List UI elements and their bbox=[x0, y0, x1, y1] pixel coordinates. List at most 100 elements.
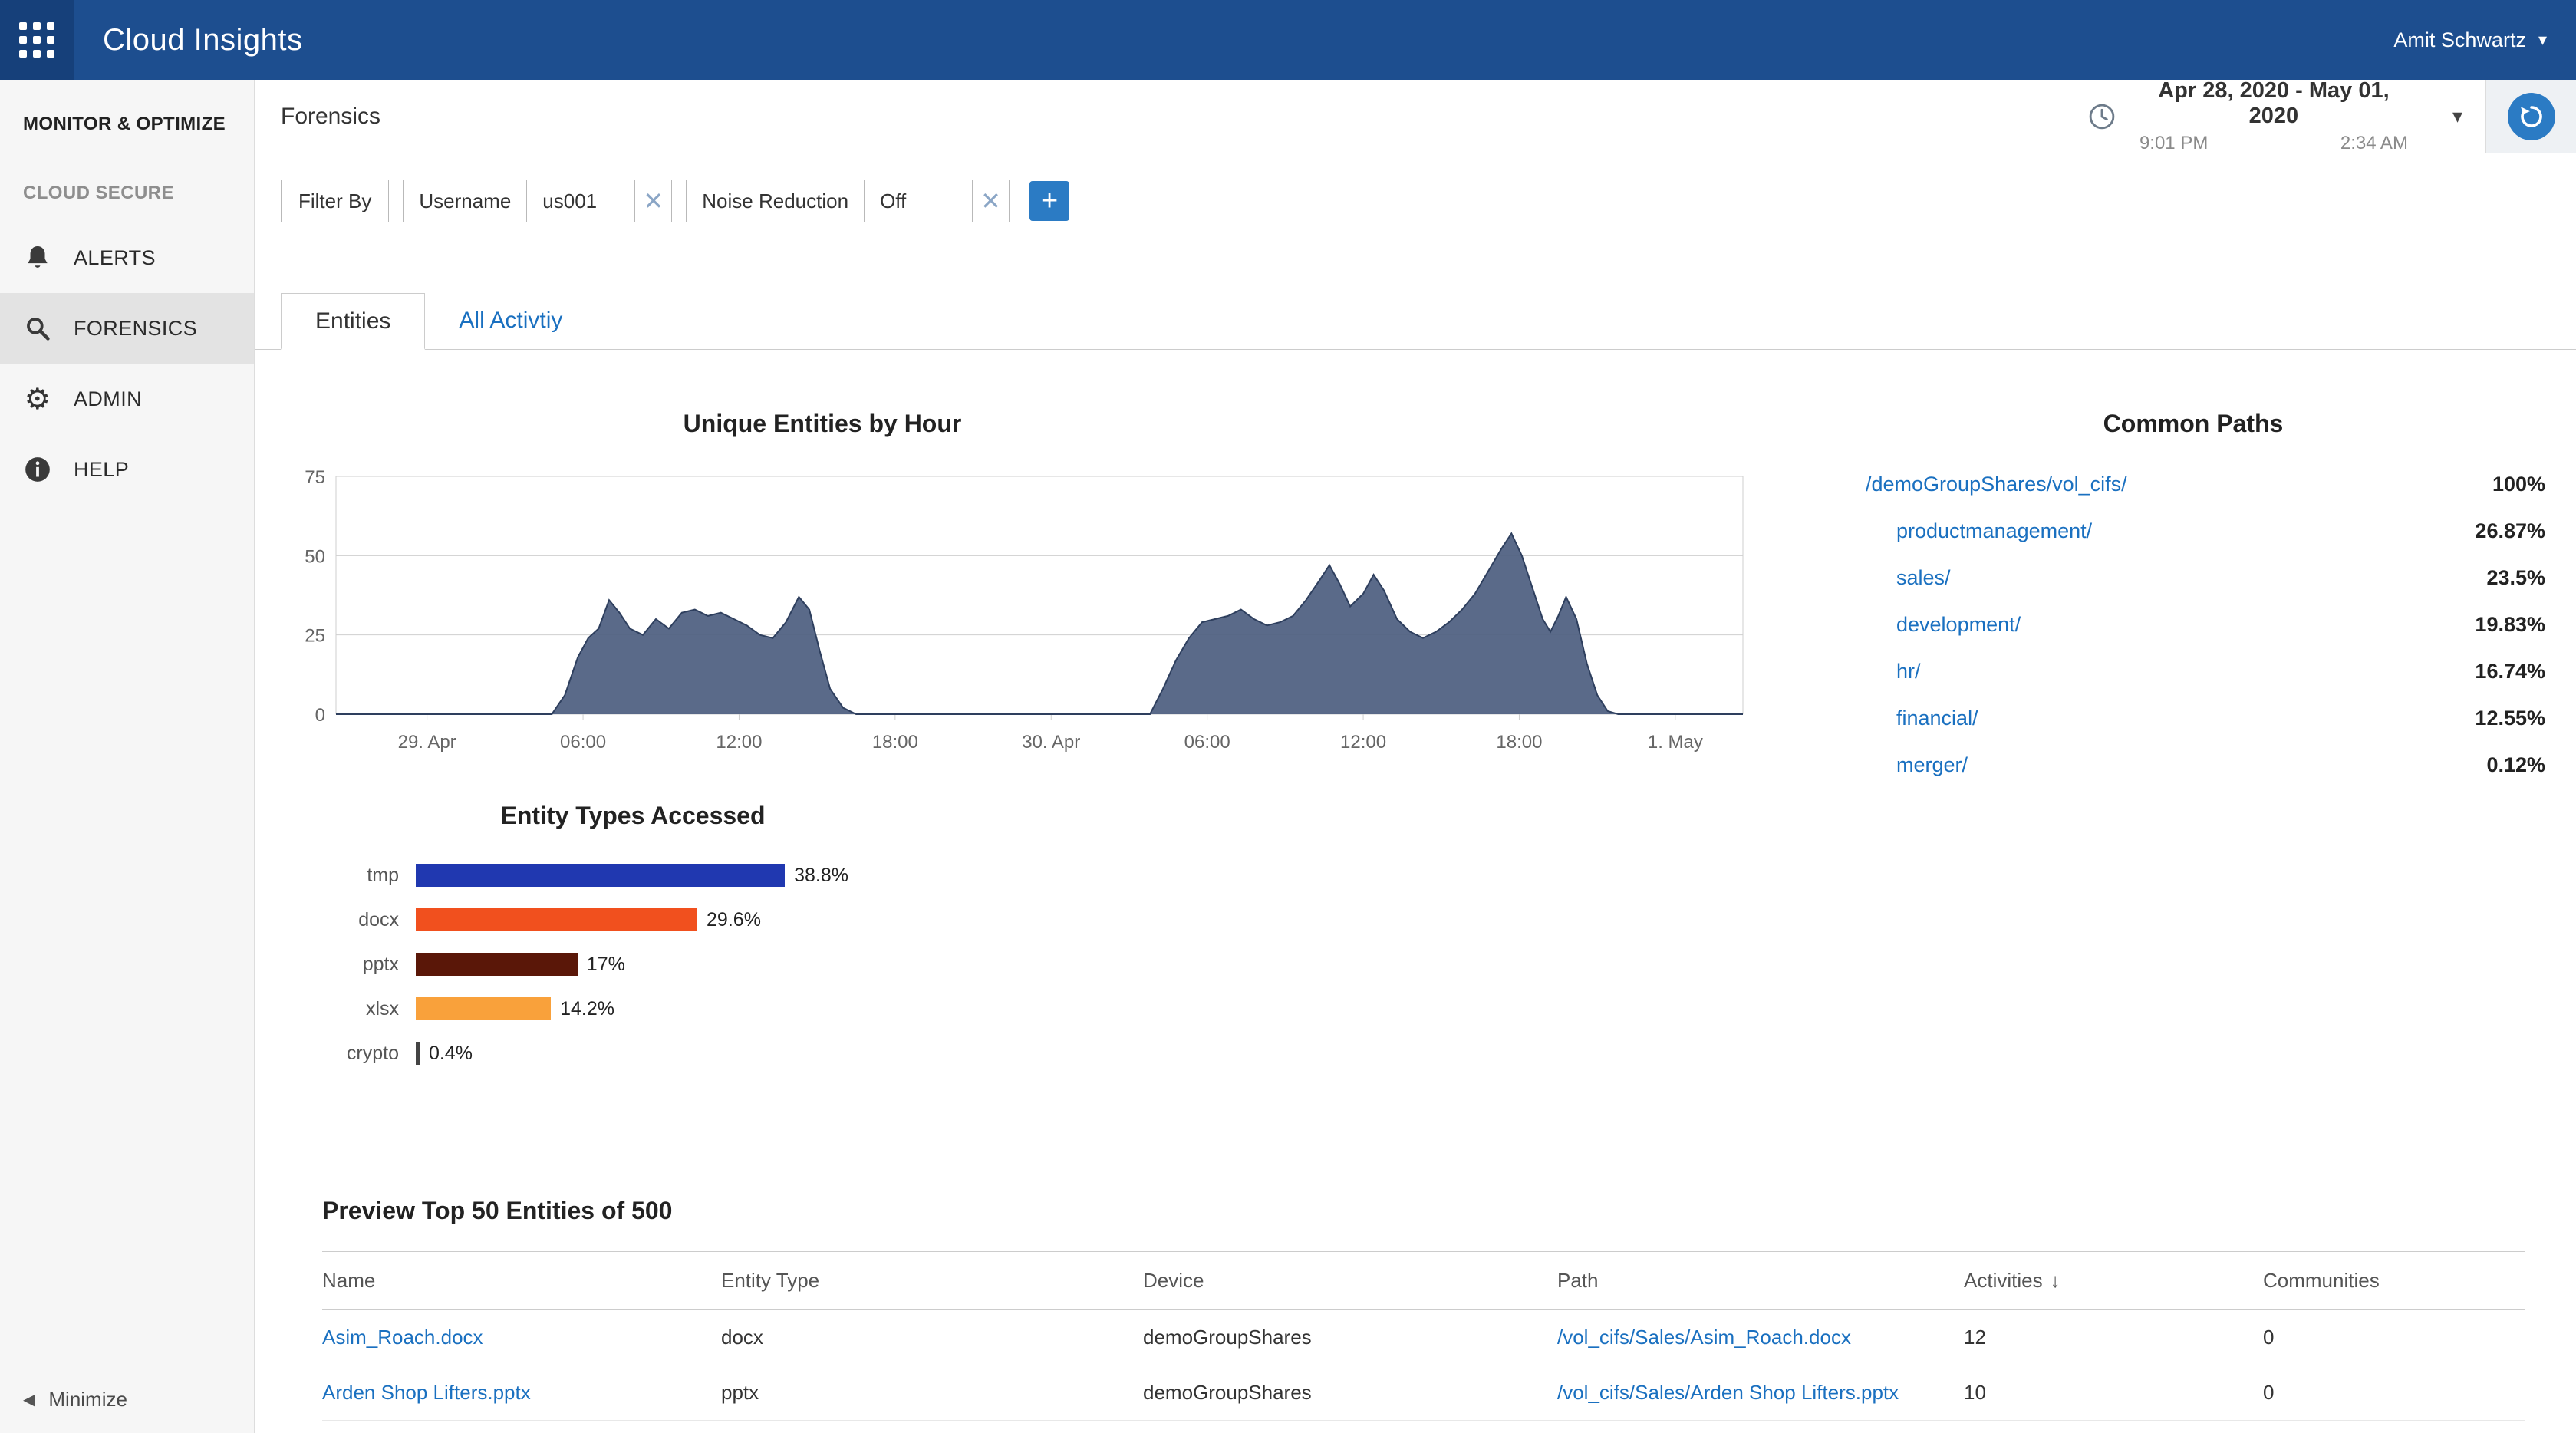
entity-path-link[interactable]: /vol_cifs/Sales/Asim_Roach.docx bbox=[1557, 1309, 1964, 1365]
filter-chip-value[interactable]: us001 bbox=[527, 180, 634, 222]
bar-category-label: pptx bbox=[362, 953, 399, 975]
svg-text:50: 50 bbox=[305, 546, 325, 567]
bar-category-label: docx bbox=[358, 908, 399, 931]
entity-name-link[interactable]: Arden Shop Lifters.pptx bbox=[322, 1365, 721, 1421]
refresh-button[interactable] bbox=[2507, 92, 2555, 140]
filter-chip-username: Username us001 ✕ bbox=[403, 180, 673, 222]
tab-entities[interactable]: Entities bbox=[281, 293, 426, 350]
common-path-link[interactable]: hr/ bbox=[1896, 660, 1921, 684]
entity-name-link[interactable]: Asim_Roach.docx bbox=[322, 1309, 721, 1365]
time-range-start: 9:01 PM bbox=[2139, 133, 2209, 153]
bar-tmp[interactable] bbox=[416, 864, 786, 887]
column-header-device[interactable]: Device bbox=[1143, 1251, 1557, 1310]
sidebar-item-alerts[interactable]: ALERTS bbox=[0, 222, 254, 293]
common-path-percent: 100% bbox=[2492, 473, 2545, 496]
common-path-link[interactable]: merger/ bbox=[1896, 753, 1968, 777]
device-cell: demoGroupShares bbox=[1143, 1365, 1557, 1421]
sidebar-section-monitor-optimize[interactable]: MONITOR & OPTIMIZE bbox=[0, 114, 254, 135]
tab-all-activity[interactable]: All Activtiy bbox=[425, 292, 596, 349]
filter-chip-value[interactable]: Off bbox=[865, 180, 972, 222]
bar-row-xlsx: xlsx 14.2% bbox=[285, 987, 1810, 1031]
column-header-communities[interactable]: Communities bbox=[2263, 1251, 2525, 1310]
minimize-button[interactable]: ◀ Minimize bbox=[23, 1388, 127, 1412]
common-paths-panel: Common Paths /demoGroupShares/vol_cifs/1… bbox=[1810, 350, 2576, 1160]
entity-name-link[interactable]: River Shop Lifters.pptx bbox=[322, 1420, 721, 1433]
add-filter-button[interactable]: + bbox=[1029, 181, 1070, 221]
common-path-link[interactable]: development/ bbox=[1896, 613, 2021, 637]
entity-type-cell: docx bbox=[721, 1309, 1143, 1365]
app-title: Cloud Insights bbox=[103, 22, 303, 57]
svg-text:18:00: 18:00 bbox=[872, 732, 918, 753]
column-header-path[interactable]: Path bbox=[1557, 1251, 1964, 1310]
sidebar: MONITOR & OPTIMIZE CLOUD SECURE ALERTS F… bbox=[0, 80, 255, 1433]
bar-category-label: crypto bbox=[346, 1042, 399, 1064]
clock-icon bbox=[2087, 102, 2116, 131]
common-path-link[interactable]: financial/ bbox=[1896, 707, 1978, 730]
sidebar-item-label: FORENSICS bbox=[74, 316, 198, 340]
bar-row-crypto: crypto 0.4% bbox=[285, 1031, 1810, 1076]
page-title: Forensics bbox=[281, 103, 381, 129]
sidebar-item-label: ADMIN bbox=[74, 387, 142, 410]
common-path-row: sales/23.5% bbox=[1810, 555, 2576, 601]
bar-chart-title: Entity Types Accessed bbox=[500, 802, 766, 829]
bar-row-pptx: pptx 17% bbox=[285, 942, 1810, 987]
preview-title: Preview Top 50 Entities of 500 bbox=[322, 1197, 673, 1224]
entity-path-link[interactable]: /vol_cifs/Sales/River Shop Lifters.pptx bbox=[1557, 1420, 1964, 1433]
user-name: Amit Schwartz bbox=[2393, 28, 2526, 51]
common-path-percent: 12.55% bbox=[2475, 707, 2545, 730]
bell-icon bbox=[28, 245, 48, 268]
bar-category-label: xlsx bbox=[365, 997, 399, 1020]
sidebar-item-help[interactable]: HELP bbox=[0, 434, 254, 505]
time-range-picker[interactable]: Apr 28, 2020 - May 01, 2020 9:01 PM 2:34… bbox=[2063, 80, 2485, 153]
entity-path-link[interactable]: /vol_cifs/Sales/Arden Shop Lifters.pptx bbox=[1557, 1365, 1964, 1421]
filter-by-label[interactable]: Filter By bbox=[281, 180, 390, 222]
filter-chip-noise-reduction: Noise Reduction Off ✕ bbox=[686, 180, 1010, 222]
filter-bar: Filter By Username us001 ✕ Noise Reducti… bbox=[281, 180, 2576, 222]
svg-text:06:00: 06:00 bbox=[1184, 732, 1230, 753]
entities-table: Name Entity Type Device Path Activities ↓… bbox=[322, 1251, 2525, 1433]
search-icon bbox=[27, 318, 50, 341]
sidebar-item-forensics[interactable]: FORENSICS bbox=[0, 293, 254, 364]
entity-type-cell: pptx bbox=[721, 1365, 1143, 1421]
bar-category-label: tmp bbox=[367, 864, 399, 886]
time-range-end: 2:34 AM bbox=[2340, 133, 2408, 153]
minimize-label: Minimize bbox=[48, 1388, 127, 1411]
table-header-row: Name Entity Type Device Path Activities ↓… bbox=[322, 1251, 2525, 1310]
common-path-row: financial/12.55% bbox=[1810, 695, 2576, 742]
communities-cell: 0 bbox=[2263, 1365, 2525, 1421]
bar-xlsx[interactable] bbox=[416, 997, 552, 1020]
main-content: Forensics Apr 28, 2020 - May 01, 2020 9:… bbox=[255, 80, 2576, 1433]
common-path-row: productmanagement/26.87% bbox=[1810, 508, 2576, 555]
communities-cell: 0 bbox=[2263, 1309, 2525, 1365]
activities-cell: 9 bbox=[1964, 1420, 2263, 1433]
top-header: Cloud Insights Amit Schwartz ▾ bbox=[0, 0, 2576, 80]
common-paths-title: Common Paths bbox=[2103, 410, 2284, 437]
common-path-link[interactable]: /demoGroupShares/vol_cifs/ bbox=[1866, 473, 2127, 496]
close-icon[interactable]: ✕ bbox=[972, 180, 1009, 222]
bar-value-label: 38.8% bbox=[794, 864, 848, 886]
sidebar-item-label: ALERTS bbox=[74, 245, 156, 269]
bar-row-docx: docx 29.6% bbox=[285, 898, 1810, 942]
table-row: Arden Shop Lifters.pptx pptx demoGroupShar… bbox=[322, 1365, 2525, 1421]
sidebar-item-admin[interactable]: ⚙ ADMIN bbox=[0, 364, 254, 434]
sort-descending-icon: ↓ bbox=[2050, 1269, 2060, 1292]
svg-text:29. Apr: 29. Apr bbox=[398, 732, 456, 753]
common-path-percent: 16.74% bbox=[2475, 660, 2545, 683]
close-icon[interactable]: ✕ bbox=[634, 180, 671, 222]
common-path-percent: 0.12% bbox=[2486, 753, 2545, 776]
communities-cell bbox=[2263, 1420, 2525, 1433]
column-header-entity-type[interactable]: Entity Type bbox=[721, 1251, 1143, 1310]
column-header-name[interactable]: Name bbox=[322, 1251, 721, 1310]
column-header-activities[interactable]: Activities ↓ bbox=[1964, 1251, 2263, 1310]
bar-docx[interactable] bbox=[416, 908, 698, 931]
bar-value-label: 17% bbox=[586, 953, 625, 975]
svg-text:25: 25 bbox=[305, 626, 325, 647]
user-menu[interactable]: Amit Schwartz ▾ bbox=[2393, 28, 2547, 52]
app-launcher-button[interactable] bbox=[0, 0, 74, 80]
common-path-link[interactable]: sales/ bbox=[1896, 566, 1951, 590]
bar-crypto[interactable] bbox=[416, 1042, 420, 1065]
bar-pptx[interactable] bbox=[416, 953, 578, 976]
common-path-link[interactable]: productmanagement/ bbox=[1896, 519, 2092, 543]
chevron-down-icon: ▾ bbox=[2452, 104, 2462, 127]
refresh-icon bbox=[2520, 105, 2542, 127]
